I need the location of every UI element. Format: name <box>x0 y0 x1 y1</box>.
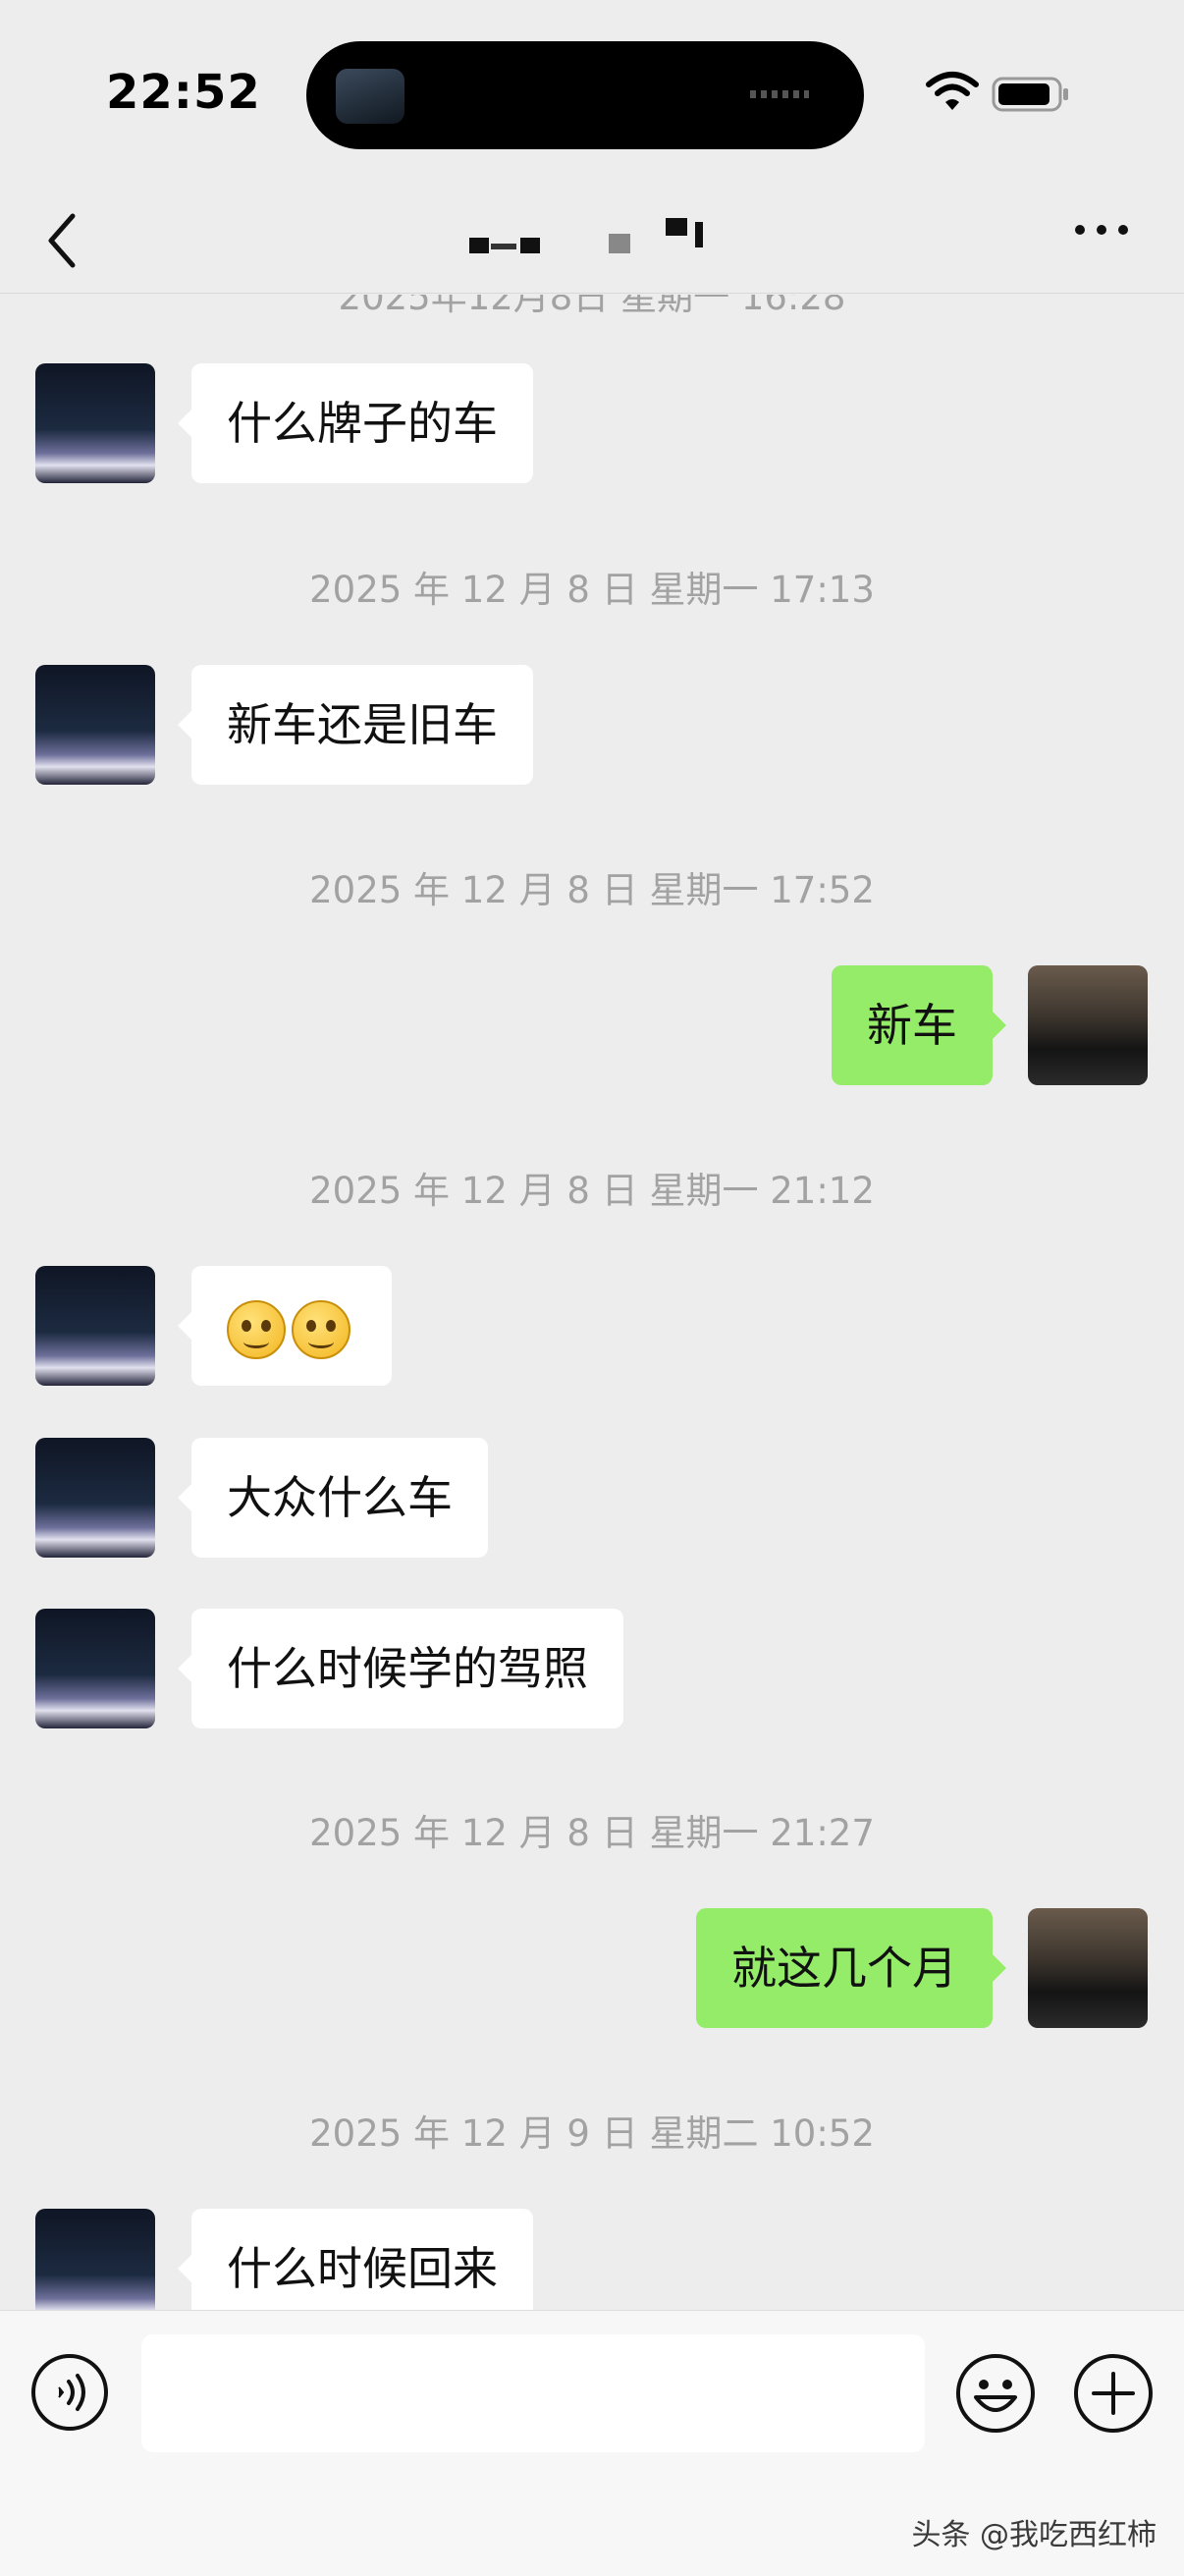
more-icon[interactable] <box>1072 220 1131 240</box>
message-bubble-received[interactable]: 什么时候回来 <box>178 2209 533 2310</box>
emoji-face-icon[interactable] <box>954 2352 1037 2435</box>
message-bubble-received[interactable]: 什么时候学的驾照 <box>178 1609 623 1728</box>
dynamic-island <box>306 41 864 149</box>
message-bubble-received[interactable]: 什么牌子的车 <box>178 363 533 483</box>
status-bar: 22:52 <box>0 0 1184 187</box>
chat-area[interactable]: 2025年12月8日 星期一 16:28 什么牌子的车 2025 年 12 月 … <box>0 295 1184 2310</box>
contact-avatar[interactable] <box>35 665 155 785</box>
timestamp: 2025 年 12 月 8 日 星期一 21:27 <box>309 1812 875 1854</box>
user-avatar[interactable] <box>1028 1908 1148 2028</box>
back-icon[interactable] <box>39 206 86 275</box>
timestamp: 2025 年 12 月 8 日 星期一 17:52 <box>309 869 875 911</box>
contact-avatar[interactable] <box>35 1609 155 1728</box>
voice-icon[interactable] <box>29 2352 110 2433</box>
message-bubble-emoji[interactable] <box>178 1266 392 1386</box>
message-input[interactable] <box>141 2334 925 2452</box>
contact-avatar[interactable] <box>35 1438 155 1558</box>
user-avatar[interactable] <box>1028 965 1148 1085</box>
contact-avatar[interactable] <box>35 2209 155 2310</box>
message-bubble-sent[interactable]: 新车 <box>832 965 1006 1085</box>
now-playing-thumbnail <box>336 69 404 124</box>
timestamp-partial: 2025年12月8日 星期一 16:28 <box>338 295 846 318</box>
timestamp: 2025 年 12 月 8 日 星期一 17:13 <box>309 569 875 611</box>
watermark: 头条 @我吃西红柿 <box>911 2518 1157 2552</box>
timestamp: 2025 年 12 月 9 日 星期二 10:52 <box>309 2112 875 2155</box>
message-bubble-received[interactable]: 新车还是旧车 <box>178 665 533 785</box>
message-bubble-sent[interactable]: 就这几个月 <box>696 1908 1006 2028</box>
slightly-smiling-face-icon <box>292 1299 350 1359</box>
battery-icon <box>992 77 1068 112</box>
activity-indicator <box>750 90 809 98</box>
wifi-icon <box>926 72 979 110</box>
plus-circle-icon[interactable] <box>1072 2352 1155 2435</box>
message-bubble-received[interactable]: 大众什么车 <box>178 1438 488 1558</box>
contact-avatar[interactable] <box>35 363 155 483</box>
contact-avatar[interactable] <box>35 1266 155 1386</box>
slightly-smiling-face-icon <box>227 1299 286 1359</box>
nav-divider <box>0 293 1184 294</box>
chat-title-redacted <box>469 218 703 253</box>
timestamp: 2025 年 12 月 8 日 星期一 21:12 <box>309 1170 875 1212</box>
status-time: 22:52 <box>106 65 261 120</box>
